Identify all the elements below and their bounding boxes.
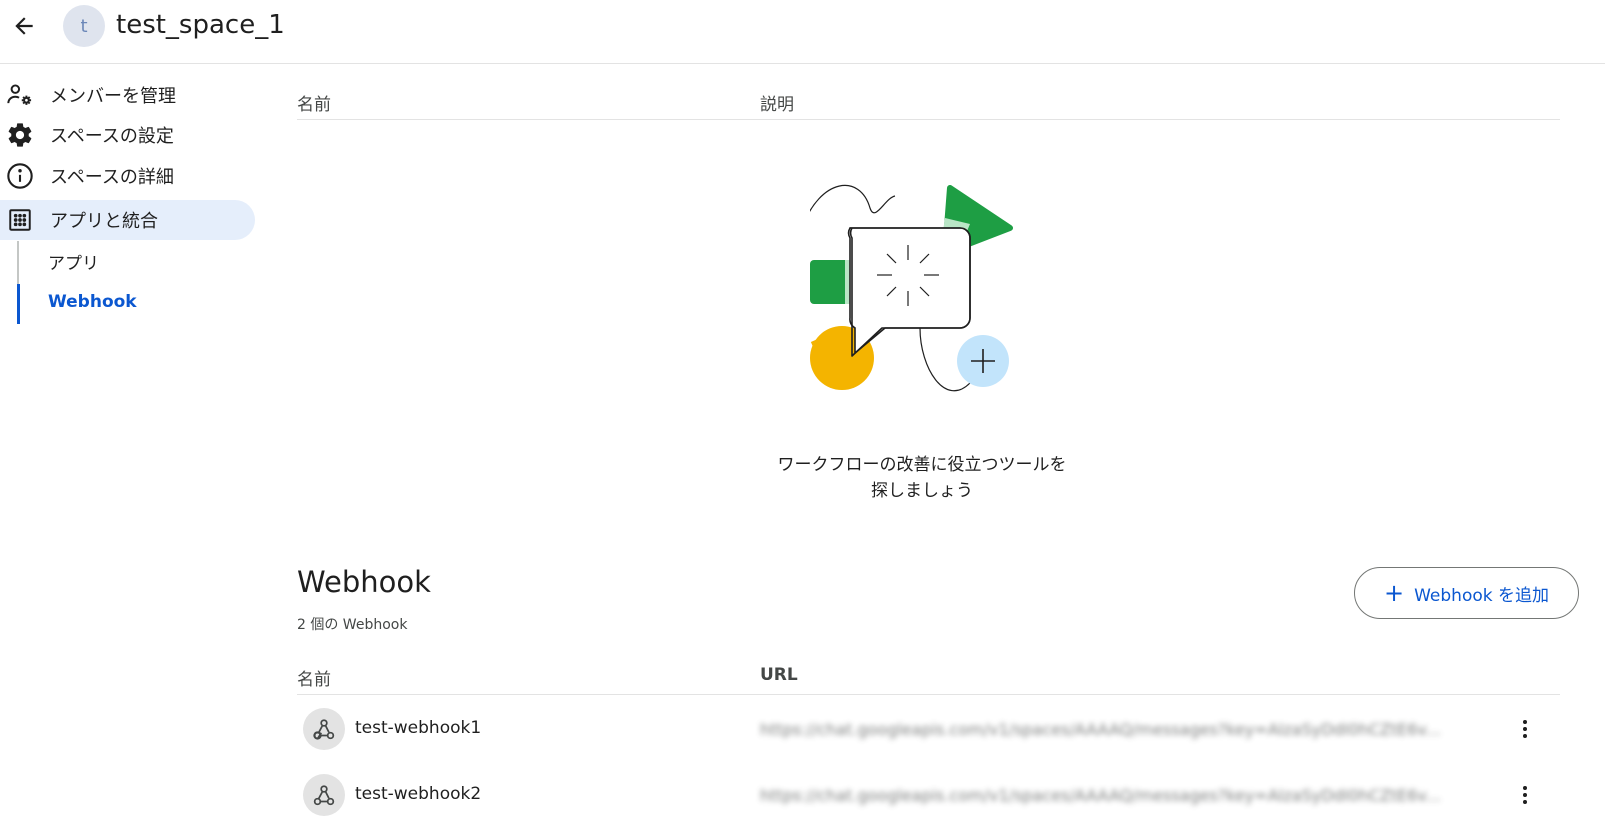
arrow-back-icon [15,17,33,35]
subnav-item-apps[interactable]: アプリ [48,249,99,274]
subnav-rail [17,241,19,285]
subnav-active-indicator [17,284,20,324]
sidebar-item-label: スペースの設定 [50,126,174,147]
apps-table-header: 名前 説明 [297,80,1560,120]
more-options-button[interactable] [1507,777,1543,813]
webhook-name: test-webhook1 [355,718,482,738]
empty-state-line-1: ワークフローの改善に役立つツールを [777,455,1067,475]
sidebar-item-label: メンバーを管理 [50,86,176,107]
space-avatar: t [63,5,105,47]
webhook-url: https://chat.googleapis.com/v1/spaces/AA… [760,786,1441,805]
info-icon [0,156,40,196]
webhook-count: 2 個の Webhook [297,617,408,633]
back-button[interactable] [6,8,42,44]
sidebar-item-manage-members[interactable]: メンバーを管理 [0,75,255,115]
more-vert-icon [1523,786,1527,804]
top-bar: t test_space_1 [0,0,1605,64]
column-header-url: URL [760,665,798,685]
apps-grid-icon [0,200,40,240]
sidebar-item-label: アプリと統合 [50,211,158,232]
table-row[interactable]: test-webhook1 https://chat.googleapis.co… [297,696,1560,762]
webhook-name: test-webhook2 [355,784,482,804]
empty-state-message: ワークフローの改善に役立つツールを 探しましょう [697,452,1147,504]
sidebar-item-space-details[interactable]: スペースの詳細 [0,156,255,196]
subnav-item-webhook[interactable]: Webhook [48,292,137,312]
empty-state-illustration [810,184,1013,392]
add-webhook-label: Webhook を追加 [1414,585,1549,606]
more-options-button[interactable] [1507,711,1543,747]
column-header-name: 名前 [297,95,331,115]
space-title: test_space_1 [116,10,285,40]
webhook-icon [303,774,345,816]
gear-icon [0,115,40,155]
more-vert-icon [1523,720,1527,738]
webhook-table-header: 名前 URL [297,655,1560,695]
table-row[interactable]: test-webhook2 https://chat.googleapis.co… [297,762,1560,828]
sidebar-item-label: スペースの詳細 [50,167,174,188]
webhook-url: https://chat.googleapis.com/v1/spaces/AA… [760,720,1441,739]
add-webhook-button[interactable]: + Webhook を追加 [1354,567,1579,619]
manage-members-icon [0,75,40,115]
column-header-name: 名前 [297,670,331,690]
sidebar-item-apps-integrations[interactable]: アプリと統合 [0,200,255,240]
webhook-section-title: Webhook [297,565,431,599]
column-header-description: 説明 [760,95,794,115]
empty-state-line-2: 探しましょう [871,481,973,501]
plus-icon: + [1384,579,1405,607]
sidebar-item-space-settings[interactable]: スペースの設定 [0,115,255,155]
webhook-icon [303,708,345,750]
